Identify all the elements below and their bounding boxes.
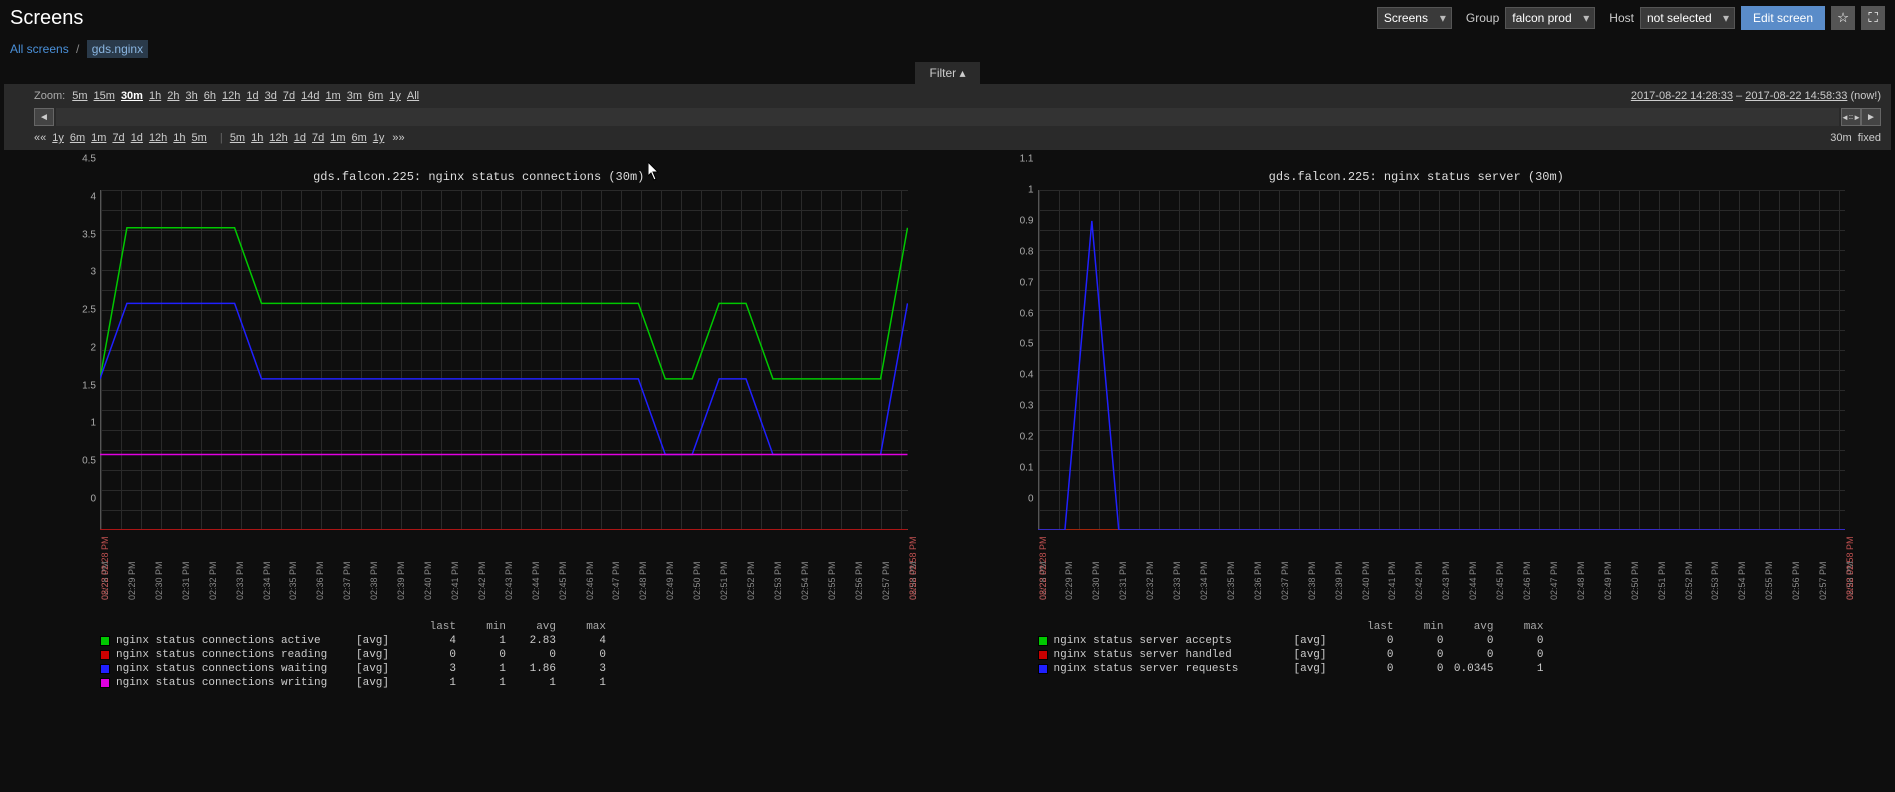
host-label: Host — [1609, 11, 1634, 25]
zoom-15m[interactable]: 15m — [94, 90, 115, 102]
legend-item: nginx status server requests[avg]000.034… — [1038, 662, 1876, 676]
zoom-7d[interactable]: 7d — [283, 90, 295, 102]
page-title: Screens — [10, 7, 83, 30]
zoom-1y[interactable]: 1y — [389, 90, 401, 102]
nav-back-6m[interactable]: 6m — [70, 132, 85, 144]
zoom-3h[interactable]: 3h — [185, 90, 197, 102]
zoom-All[interactable]: All — [407, 90, 419, 102]
zoom-1m[interactable]: 1m — [325, 90, 340, 102]
chart-title: gds.falcon.225: nginx status server (30m… — [958, 170, 1876, 184]
zoom-12h[interactable]: 12h — [222, 90, 240, 102]
favorite-icon[interactable]: ☆ — [1831, 6, 1855, 30]
slider-prev-icon[interactable]: ◄ — [34, 108, 54, 126]
filter-toggle[interactable]: Filter — [915, 62, 979, 84]
chart-title: gds.falcon.225: nginx status connections… — [20, 170, 938, 184]
chart-panel-0: gds.falcon.225: nginx status connections… — [20, 170, 938, 690]
slider-handle-icon[interactable]: ◄∶∶► — [1841, 108, 1861, 126]
nav-back-5m[interactable]: 5m — [192, 132, 207, 144]
host-select[interactable]: not selected — [1640, 7, 1735, 29]
nav-back-7d[interactable]: 7d — [112, 132, 124, 144]
zoom-links: Zoom: 5m15m30m1h2h3h6h12h1d3d7d14d1m3m6m… — [34, 90, 425, 102]
chart-legend: lastminavgmaxnginx status connections ac… — [100, 620, 938, 690]
group-select[interactable]: falcon prod — [1505, 7, 1595, 29]
legend-item: nginx status connections active[avg]412.… — [100, 634, 938, 648]
zoom-5m[interactable]: 5m — [72, 90, 87, 102]
nav-fwd-1m[interactable]: 1m — [330, 132, 345, 144]
legend-item: nginx status connections reading[avg]000… — [100, 648, 938, 662]
screens-select[interactable]: Screens — [1377, 7, 1452, 29]
fullscreen-icon[interactable]: ⛶ — [1861, 6, 1885, 30]
zoom-2h[interactable]: 2h — [167, 90, 179, 102]
breadcrumb-current[interactable]: gds.nginx — [87, 40, 148, 58]
nav-back-12h[interactable]: 12h — [149, 132, 167, 144]
chart-legend: lastminavgmaxnginx status server accepts… — [1038, 620, 1876, 676]
zoom-3m[interactable]: 3m — [347, 90, 362, 102]
nav-fwd-1h[interactable]: 1h — [251, 132, 263, 144]
edit-screen-button[interactable]: Edit screen — [1741, 6, 1825, 30]
breadcrumb: All screens / gds.nginx — [0, 36, 1895, 62]
legend-item: nginx status server accepts[avg]0000 — [1038, 634, 1876, 648]
nav-back-links: ««1y6m1m7d1d12h1h5m | 5m1h12h1d7d1m6m1y»… — [34, 132, 405, 144]
nav-fwd-7d[interactable]: 7d — [312, 132, 324, 144]
breadcrumb-root[interactable]: All screens — [10, 42, 69, 56]
nav-fwd-6m[interactable]: 6m — [351, 132, 366, 144]
time-range: 2017-08-22 14:28:33 – 2017-08-22 14:58:3… — [1631, 90, 1881, 102]
zoom-30m[interactable]: 30m — [121, 90, 143, 102]
time-selector: Zoom: 5m15m30m1h2h3h6h12h1d3d7d14d1m3m6m… — [4, 84, 1891, 150]
nav-fwd-5m[interactable]: 5m — [230, 132, 245, 144]
zoom-3d[interactable]: 3d — [265, 90, 277, 102]
slider-next-icon[interactable]: ► — [1861, 108, 1881, 126]
group-label: Group — [1466, 11, 1499, 25]
zoom-1d[interactable]: 1d — [246, 90, 258, 102]
chart-panel-1: gds.falcon.225: nginx status server (30m… — [958, 170, 1876, 690]
nav-fwd-12h[interactable]: 12h — [269, 132, 287, 144]
nav-fwd-1y[interactable]: 1y — [373, 132, 385, 144]
legend-item: nginx status server handled[avg]0000 — [1038, 648, 1876, 662]
nav-back-1m[interactable]: 1m — [91, 132, 106, 144]
nav-back-1d[interactable]: 1d — [131, 132, 143, 144]
zoom-6m[interactable]: 6m — [368, 90, 383, 102]
legend-item: nginx status connections writing[avg]111… — [100, 676, 938, 690]
legend-item: nginx status connections waiting[avg]311… — [100, 662, 938, 676]
time-slider[interactable] — [56, 108, 1839, 126]
nav-fwd-1d[interactable]: 1d — [294, 132, 306, 144]
nav-back-1y[interactable]: 1y — [52, 132, 64, 144]
zoom-14d[interactable]: 14d — [301, 90, 319, 102]
nav-back-1h[interactable]: 1h — [173, 132, 185, 144]
zoom-1h[interactable]: 1h — [149, 90, 161, 102]
zoom-6h[interactable]: 6h — [204, 90, 216, 102]
